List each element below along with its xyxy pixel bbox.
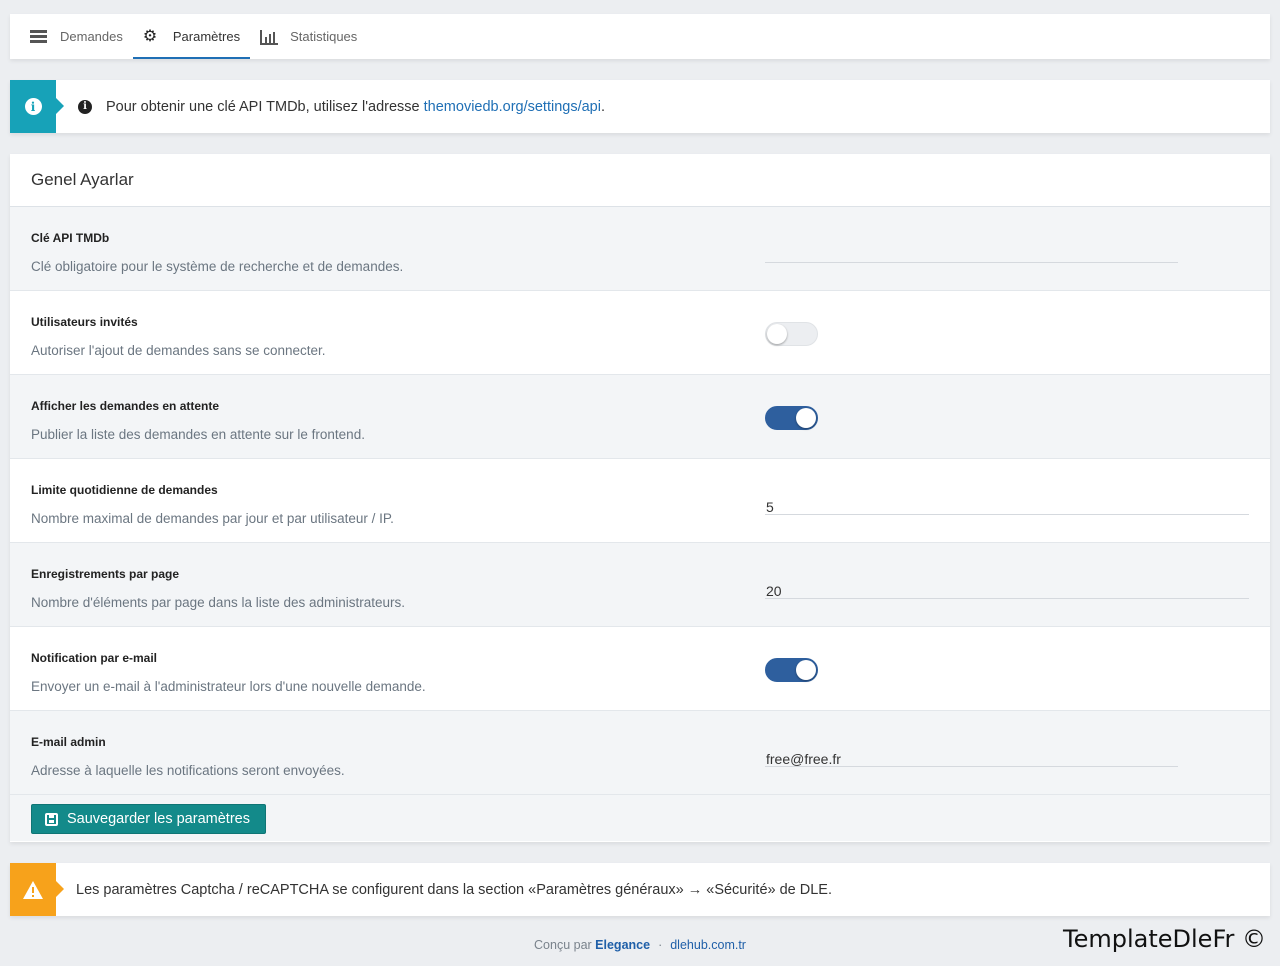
save-settings-label: Sauvegarder les paramètres	[67, 811, 250, 827]
setting-desc: Clé obligatoire pour le système de reche…	[31, 259, 404, 274]
info-alert-side: i	[10, 80, 64, 133]
setting-desc: Envoyer un e-mail à l'administrateur lor…	[31, 679, 426, 694]
toggle-knob	[796, 660, 816, 680]
watermark: TemplateDleFr ©	[1063, 925, 1266, 953]
setting-desc: Nombre maximal de demandes par jour et p…	[31, 511, 394, 526]
tab-demandes-label: Demandes	[60, 29, 123, 44]
toggle-knob	[796, 408, 816, 428]
guest-users-toggle[interactable]	[765, 322, 818, 346]
panel-title: Genel Ayarlar	[10, 154, 1270, 207]
setting-row-email-notify: Notification par e-mail Envoyer un e-mai…	[10, 627, 1270, 711]
warning-alert-text: Les paramètres Captcha / reCAPTCHA se co…	[76, 881, 833, 898]
toggle-knob	[767, 324, 787, 344]
setting-label: Limite quotidienne de demandes	[31, 483, 218, 497]
tab-statistiques-label: Statistiques	[290, 29, 358, 44]
floppy-disk-icon	[45, 812, 58, 826]
api-key-input[interactable]	[765, 247, 1178, 263]
setting-desc: Nombre d'éléments par page dans la liste…	[31, 595, 406, 610]
setting-label: Afficher les demandes en attente	[31, 399, 220, 413]
tab-parametres[interactable]: ⚙ Paramètres	[132, 14, 251, 59]
setting-label: Notification par e-mail	[31, 651, 158, 665]
setting-label: E-mail admin	[31, 735, 106, 749]
setting-row-admin-email: E-mail admin Adresse à laquelle les noti…	[10, 711, 1270, 795]
email-notify-toggle[interactable]	[765, 658, 818, 682]
top-nav: Demandes ⚙ Paramètres Statistiques	[10, 14, 1270, 59]
setting-row-per-page: Enregistrements par page Nombre d'élémen…	[10, 543, 1270, 627]
setting-label: Utilisateurs invités	[31, 315, 138, 329]
setting-row-daily-limit: Limite quotidienne de demandes Nombre ma…	[10, 459, 1270, 543]
tmdb-settings-link[interactable]: themoviedb.org/settings/api	[424, 99, 601, 115]
per-page-input[interactable]: 20	[765, 583, 1249, 599]
setting-desc: Adresse à laquelle les notifications ser…	[31, 763, 345, 778]
admin-email-input[interactable]: free@free.fr	[765, 751, 1178, 767]
save-settings-button[interactable]: Sauvegarder les paramètres	[31, 804, 266, 834]
warning-icon	[23, 880, 43, 899]
save-bar: Sauvegarder les paramètres	[10, 795, 1270, 841]
setting-row-api-key: Clé API TMDb Clé obligatoire pour le sys…	[10, 207, 1270, 291]
warning-alert: Les paramètres Captcha / reCAPTCHA se co…	[10, 863, 1270, 916]
info-alert: i i Pour obtenir une clé API TMDb, utili…	[10, 80, 1270, 133]
list-icon	[30, 29, 48, 45]
footer-separator: ·	[658, 938, 663, 952]
tab-demandes[interactable]: Demandes	[20, 14, 133, 59]
setting-row-guest-users: Utilisateurs invités Autoriser l'ajout d…	[10, 291, 1270, 375]
footer-site-link[interactable]: dlehub.com.tr	[670, 938, 746, 952]
footer-prefix: Conçu par	[534, 938, 596, 952]
daily-limit-input[interactable]: 5	[765, 499, 1249, 515]
pending-requests-toggle[interactable]	[765, 406, 818, 430]
tab-parametres-label: Paramètres	[172, 29, 241, 44]
info-small-icon: i	[78, 99, 92, 114]
setting-desc: Autoriser l'ajout de demandes sans se co…	[31, 343, 326, 358]
settings-panel: Genel Ayarlar Clé API TMDb Clé obligatoi…	[10, 154, 1270, 842]
warning-alert-side	[10, 863, 64, 916]
info-alert-suffix: .	[600, 98, 605, 115]
footer-brand-link[interactable]: Elegance	[595, 938, 650, 952]
tab-statistiques[interactable]: Statistiques	[250, 14, 367, 59]
setting-row-pending-requests: Afficher les demandes en attente Publier…	[10, 375, 1270, 459]
setting-desc: Publier la liste des demandes en attente…	[31, 427, 365, 442]
info-icon: i	[24, 98, 42, 115]
setting-label: Clé API TMDb	[31, 231, 110, 245]
info-alert-text: Pour obtenir une clé API TMDb, utilisez …	[106, 98, 420, 115]
bar-chart-icon	[260, 29, 279, 45]
setting-label: Enregistrements par page	[31, 567, 180, 581]
info-alert-message: i Pour obtenir une clé API TMDb, utilise…	[78, 99, 605, 115]
gear-icon: ⚙	[142, 27, 158, 45]
